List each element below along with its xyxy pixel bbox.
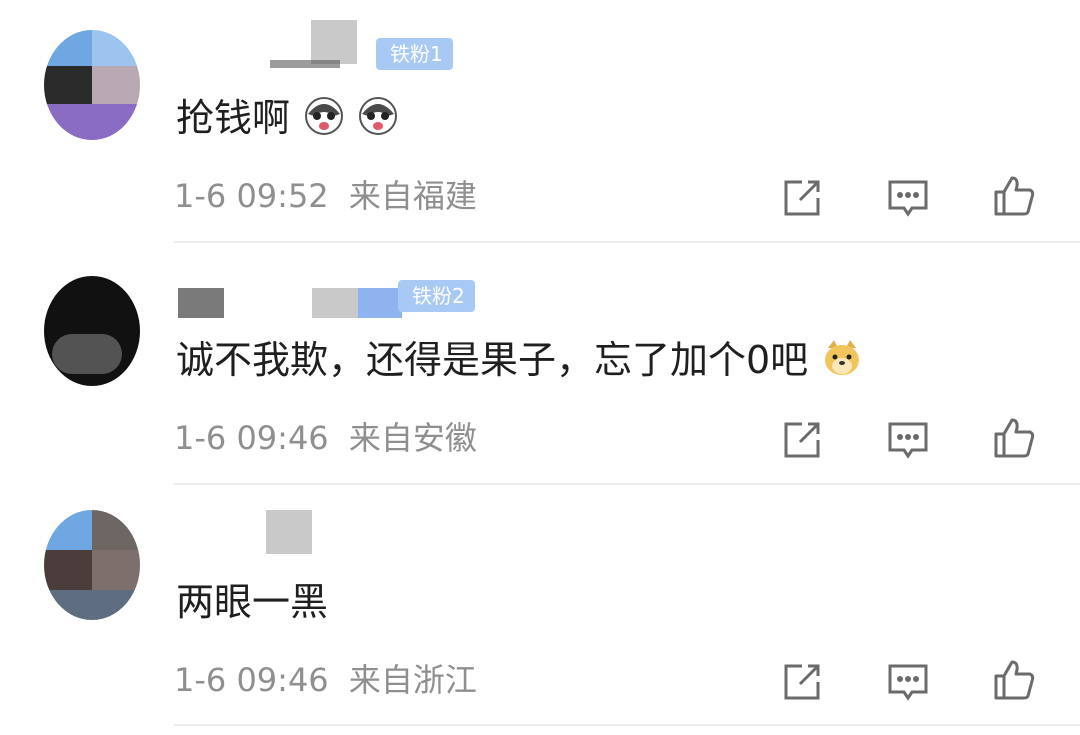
fan-level-badge: 铁粉2 <box>398 280 475 312</box>
like-icon[interactable] <box>990 414 1038 462</box>
comment-meta: 1-6 09:46 来自浙江 <box>174 660 477 700</box>
husky-emoji-icon <box>358 96 398 145</box>
reply-icon[interactable] <box>884 416 932 464</box>
avatar[interactable] <box>44 510 140 620</box>
comment-location: 来自安徽 <box>348 419 477 457</box>
comment-text: 抢钱啊 <box>176 96 398 145</box>
comment-text: 两眼一黑 <box>176 580 328 624</box>
comment-text: 诚不我欺，还得是果子，忘了加个0吧 <box>176 338 862 387</box>
comment-time: 1-6 09:46 <box>174 661 329 699</box>
like-icon[interactable] <box>990 656 1038 704</box>
reply-icon[interactable] <box>884 658 932 706</box>
username-redacted[interactable] <box>176 510 376 554</box>
like-icon[interactable] <box>990 172 1038 220</box>
avatar[interactable] <box>44 276 140 386</box>
comment-text-content: 两眼一黑 <box>176 580 329 624</box>
comment-text-content: 诚不我欺，还得是果子，忘了加个0吧 <box>176 338 809 382</box>
comment-item[interactable]: 两眼一黑 1-6 09:46 来自浙江 <box>0 484 1080 726</box>
comment-text-content: 抢钱啊 <box>176 96 291 140</box>
comment-location: 来自福建 <box>348 177 477 215</box>
comment-meta: 1-6 09:46 来自安徽 <box>174 418 477 458</box>
comment-item[interactable]: 铁粉1 抢钱啊 1-6 09:52 来自福建 <box>0 0 1080 243</box>
comment-item[interactable]: 铁粉2 诚不我欺，还得是果子，忘了加个0吧 1-6 09:46 来自安徽 <box>0 242 1080 485</box>
comment-time: 1-6 09:52 <box>174 177 329 215</box>
comment-divider <box>174 724 1080 726</box>
share-icon[interactable] <box>778 174 826 222</box>
husky-emoji-icon <box>304 96 344 145</box>
comment-location: 来自浙江 <box>348 661 477 699</box>
avatar[interactable] <box>44 30 140 140</box>
share-icon[interactable] <box>778 416 826 464</box>
share-icon[interactable] <box>778 658 826 706</box>
fan-level-badge: 铁粉1 <box>376 38 453 70</box>
doge-emoji-icon <box>822 338 862 387</box>
comment-time: 1-6 09:46 <box>174 419 329 457</box>
comment-meta: 1-6 09:52 来自福建 <box>174 176 477 216</box>
reply-icon[interactable] <box>884 174 932 222</box>
